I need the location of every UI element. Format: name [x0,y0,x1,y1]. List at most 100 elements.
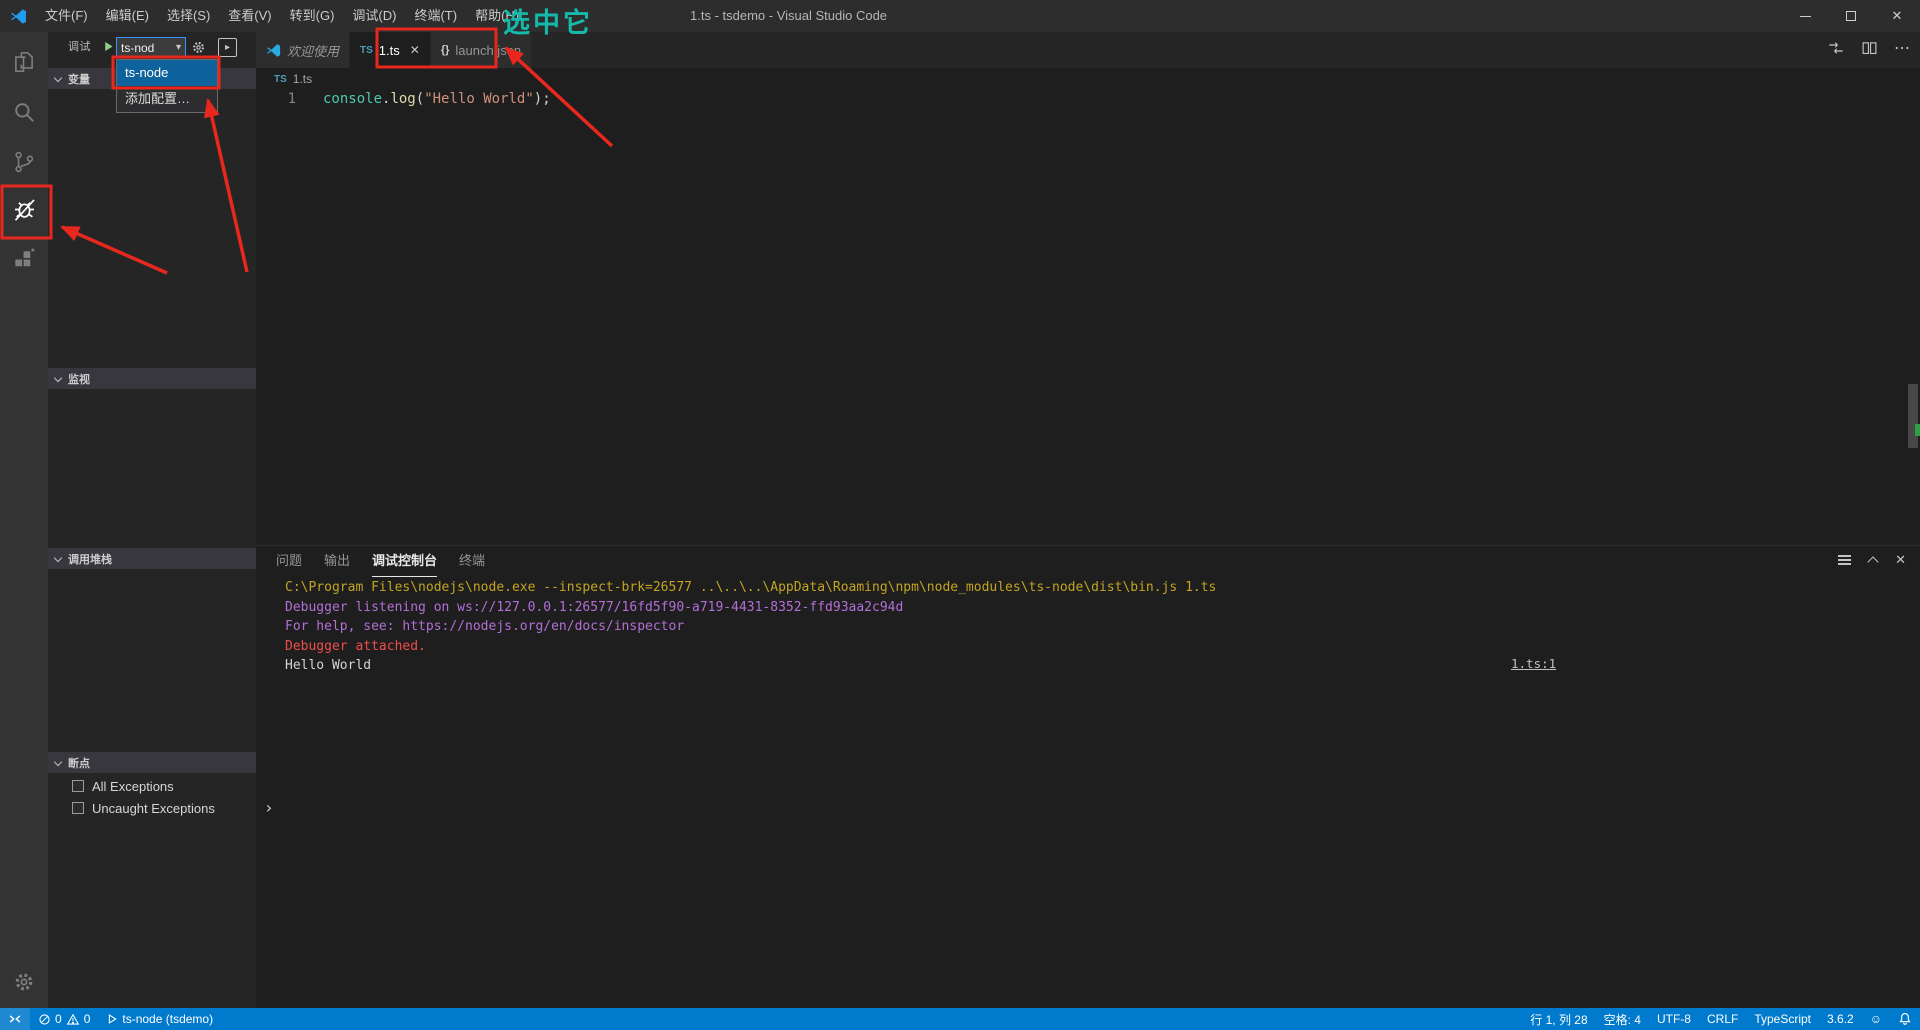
breakpoint-uncaught-exceptions[interactable]: Uncaught Exceptions [48,797,256,819]
section-label: 调用堆栈 [68,553,112,566]
language-mode[interactable]: TypeScript [1746,1008,1819,1030]
source-location-link[interactable]: 1.ts:1 [1511,656,1556,671]
dropdown-item-add-config[interactable]: 添加配置… [117,86,217,112]
settings-gear-icon[interactable] [0,962,48,1002]
breadcrumb[interactable]: TS 1.ts [256,68,1920,90]
activity-bar [0,32,48,1008]
close-tab-icon[interactable]: ✕ [410,43,420,57]
console-line: Debugger attached. [285,638,426,654]
extensions-icon[interactable] [0,239,48,279]
debug-config-status[interactable]: ts-node (tsdemo) [98,1008,221,1030]
dropdown-item-ts-node[interactable]: ts-node [117,60,217,86]
open-debug-console-icon[interactable]: ▸ [218,38,237,57]
typescript-version[interactable]: 3.6.2 [1819,1008,1862,1030]
menu-terminal[interactable]: 终端(T) [405,0,466,32]
section-label: 断点 [68,757,90,770]
menu-help[interactable]: 帮助(H) [466,0,528,32]
code-editor[interactable]: 1 console.log("Hello World"); [256,90,1920,545]
editor-tab-bar: 欢迎使用 TS 1.ts ✕ {} launch.json [256,32,1920,68]
close-panel-icon[interactable]: ✕ [1895,552,1906,568]
panel-tab-problems[interactable]: 问题 [276,546,302,577]
cursor-position[interactable]: 行 1, 列 28 [1522,1008,1595,1030]
panel-tab-output[interactable]: 输出 [324,546,350,577]
problems-status[interactable]: 0 0 [30,1008,98,1030]
code-token: console [323,91,383,107]
vscode-logo-icon [0,8,36,25]
code-token: log [390,91,416,107]
source-control-icon[interactable] [0,142,48,182]
split-editor-icon[interactable] [1861,40,1878,57]
open-changes-icon[interactable] [1827,39,1845,57]
debug-console-output[interactable]: C:\Program Files\nodejs\node.exe --inspe… [256,578,1920,676]
code-line[interactable]: 1 console.log("Hello World"); [256,90,1920,109]
warning-count: 0 [83,1012,91,1026]
menu-file[interactable]: 文件(F) [36,0,97,32]
configure-gear-icon[interactable] [190,39,207,56]
code-token: ( [415,91,425,107]
menu-selection[interactable]: 选择(S) [158,0,219,32]
code-token: ) [533,91,543,107]
overview-ruler-marker [1915,424,1920,436]
chevron-down-icon: ▾ [175,42,181,53]
maximize-panel-icon[interactable] [1867,556,1879,568]
remote-indicator-icon[interactable] [0,1008,30,1030]
close-button[interactable]: ✕ [1874,0,1920,32]
section-watch[interactable]: 监视 [48,368,256,389]
more-actions-icon[interactable]: ⋯ [1894,38,1910,58]
section-call-stack[interactable]: 调用堆栈 [48,548,256,569]
line-number: 1 [287,91,296,107]
vscode-icon [266,43,281,58]
section-label: 变量 [68,73,90,86]
breadcrumb-file: 1.ts [292,72,313,86]
line-ending[interactable]: CRLF [1699,1008,1746,1030]
debug-config-dropdown: ts-node 添加配置… [116,59,218,113]
feedback-smiley-icon[interactable]: ☺ [1862,1008,1890,1030]
debug-sidebar: 调试 ts-nod ▾ ▸ ts-node 添加配置… 变量 监视 调用堆栈 断… [48,32,256,1008]
panel-tabs: 问题 输出 调试控制台 终端 [256,546,485,577]
warning-icon [66,1013,79,1025]
tab-1ts[interactable]: TS 1.ts ✕ [350,32,431,68]
menu-goto[interactable]: 转到(G) [281,0,344,32]
clear-console-icon[interactable] [1838,553,1852,568]
editor-scrollbar[interactable] [1908,384,1918,448]
breakpoint-label: Uncaught Exceptions [92,800,215,816]
encoding[interactable]: UTF-8 [1649,1008,1699,1030]
tab-welcome[interactable]: 欢迎使用 [256,32,351,68]
menu-edit[interactable]: 编辑(E) [97,0,158,32]
debug-icon[interactable] [0,189,48,229]
search-icon[interactable] [0,92,48,132]
indentation[interactable]: 空格: 4 [1596,1008,1649,1030]
panel-tab-terminal[interactable]: 终端 [459,546,485,577]
vscode-window: 文件(F) 编辑(E) 选择(S) 查看(V) 转到(G) 调试(D) 终端(T… [0,0,1920,1030]
code-token: ; [542,91,551,107]
start-debug-icon[interactable] [102,40,115,53]
tab-launch-json[interactable]: {} launch.json [430,32,533,68]
play-icon [109,1014,118,1024]
debug-config-select[interactable]: ts-nod ▾ [116,37,186,58]
checkbox-unchecked[interactable] [72,780,84,792]
debug-config-label: ts-node (tsdemo) [122,1012,214,1026]
panel-tab-debug-console[interactable]: 调试控制台 [372,546,438,577]
json-icon: {} [440,44,450,56]
chevron-down-icon [53,757,63,766]
breakpoint-all-exceptions[interactable]: All Exceptions [48,775,256,797]
notifications-bell-icon[interactable] [1890,1008,1920,1030]
chevron-down-icon [53,73,63,82]
menu-debug[interactable]: 调试(D) [343,0,405,32]
section-breakpoints[interactable]: 断点 [48,752,256,773]
menu-view[interactable]: 查看(V) [219,0,280,32]
bottom-panel: 问题 输出 调试控制台 终端 ✕ C:\Program Files\nodejs… [256,545,1920,1008]
maximize-icon [1846,11,1856,21]
maximize-button[interactable] [1828,0,1874,32]
statusbar-right: 行 1, 列 28 空格: 4 UTF-8 CRLF TypeScript 3.… [1522,1008,1920,1030]
console-line: Debugger listening on ws://127.0.0.1:265… [285,599,904,615]
typescript-icon: TS [274,73,287,85]
checkbox-unchecked[interactable] [72,802,84,814]
minimize-button[interactable] [1782,0,1828,32]
repl-prompt-icon[interactable]: › [264,798,274,817]
explorer-icon[interactable] [0,42,48,82]
tab-label: 欢迎使用 [287,43,340,59]
section-label: 监视 [68,373,90,386]
editor-actions: ⋯ [1827,38,1910,58]
console-line: C:\Program Files\nodejs\node.exe --inspe… [285,580,1217,595]
